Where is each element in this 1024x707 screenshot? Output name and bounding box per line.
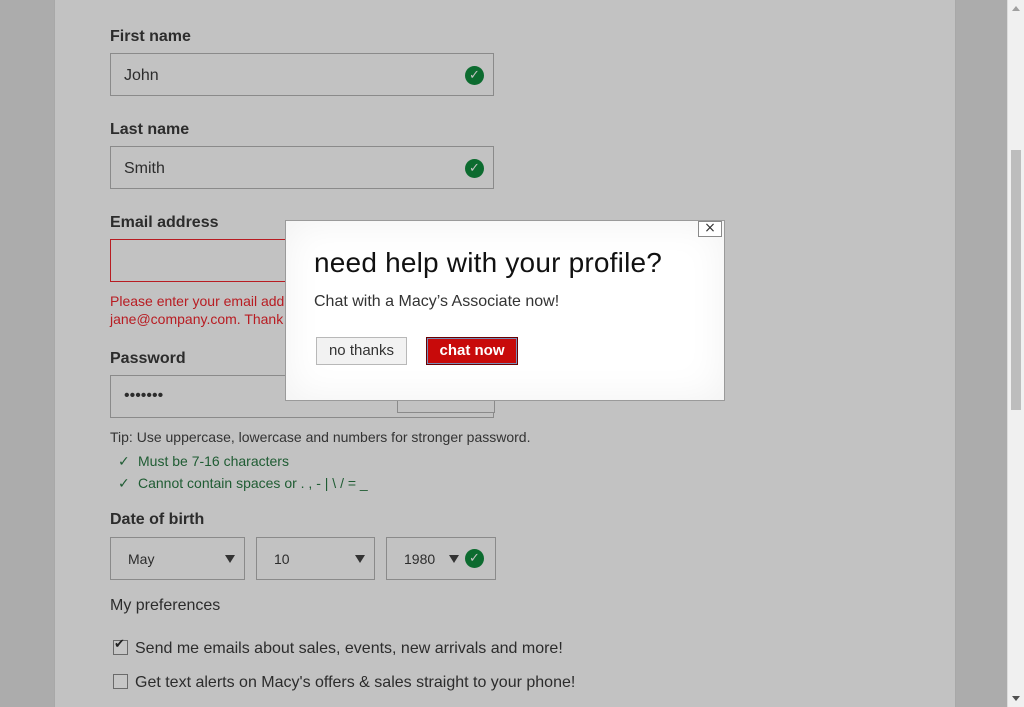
text-opt-checkbox[interactable] xyxy=(113,674,128,689)
text-opt-row: Get text alerts on Macy's offers & sales… xyxy=(113,674,575,692)
caret-down-icon xyxy=(355,555,365,563)
text-opt-label: Get text alerts on Macy's offers & sales… xyxy=(135,674,576,691)
email-error-line1: Please enter your email add xyxy=(110,293,285,309)
first-name-field[interactable]: John ✓ xyxy=(110,53,494,96)
last-name-value: Smith xyxy=(124,160,165,177)
check-circle-icon: ✓ xyxy=(465,159,484,178)
last-name-label: Last name xyxy=(110,121,190,138)
password-rule-length-text: Must be 7-16 characters xyxy=(138,453,289,469)
scroll-up-icon[interactable] xyxy=(1012,6,1020,11)
scroll-down-icon[interactable] xyxy=(1012,696,1020,701)
email-opt-label: Send me emails about sales, events, new … xyxy=(135,640,563,657)
email-opt-row: ✔ Send me emails about sales, events, new… xyxy=(113,637,563,658)
password-rule-chars-text: Cannot contain spaces or . , - | \ / = _ xyxy=(138,475,368,491)
chat-help-modal: × need help with your profile? Chat with… xyxy=(285,220,725,401)
password-label: Password xyxy=(110,350,186,367)
chat-now-button[interactable]: chat now xyxy=(426,337,518,365)
checkmark-icon: ✓ xyxy=(118,454,130,470)
caret-down-icon xyxy=(449,555,459,563)
dob-month-select[interactable]: May xyxy=(110,537,245,580)
page-scrollbar[interactable] xyxy=(1007,0,1024,707)
dob-month-value: May xyxy=(128,551,155,567)
password-value: ••••••• xyxy=(124,387,164,404)
check-circle-icon: ✓ xyxy=(465,66,484,85)
checkmark-icon: ✔ xyxy=(114,637,125,652)
no-thanks-button[interactable]: no thanks xyxy=(316,337,407,365)
email-error-line2: jane@company.com. Thank xyxy=(110,311,284,327)
email-opt-checkbox[interactable]: ✔ xyxy=(113,637,128,655)
dob-day-value: 10 xyxy=(274,551,290,567)
modal-subtitle: Chat with a Macy’s Associate now! xyxy=(314,293,560,310)
password-rule-length: ✓ Must be 7-16 characters xyxy=(118,453,289,470)
password-rule-chars: ✓ Cannot contain spaces or . , - | \ / = … xyxy=(118,475,368,492)
check-circle-icon: ✓ xyxy=(465,549,484,568)
scroll-thumb[interactable] xyxy=(1011,150,1021,410)
dob-year-select[interactable]: 1980 ✓ xyxy=(386,537,496,580)
modal-title: need help with your profile? xyxy=(314,247,663,278)
dob-year-value: 1980 xyxy=(404,551,436,567)
dob-day-select[interactable]: 10 xyxy=(256,537,375,580)
email-label: Email address xyxy=(110,214,219,231)
last-name-field[interactable]: Smith ✓ xyxy=(110,146,494,189)
checkmark-icon: ✓ xyxy=(118,476,130,492)
password-tip: Tip: Use uppercase, lowercase and number… xyxy=(110,429,531,445)
dob-label: Date of birth xyxy=(110,511,205,528)
email-field[interactable] xyxy=(110,239,310,282)
first-name-label: First name xyxy=(110,28,191,45)
preferences-title: My preferences xyxy=(110,597,221,614)
caret-down-icon xyxy=(225,555,235,563)
first-name-value: John xyxy=(124,67,159,84)
close-icon[interactable]: × xyxy=(698,221,722,237)
